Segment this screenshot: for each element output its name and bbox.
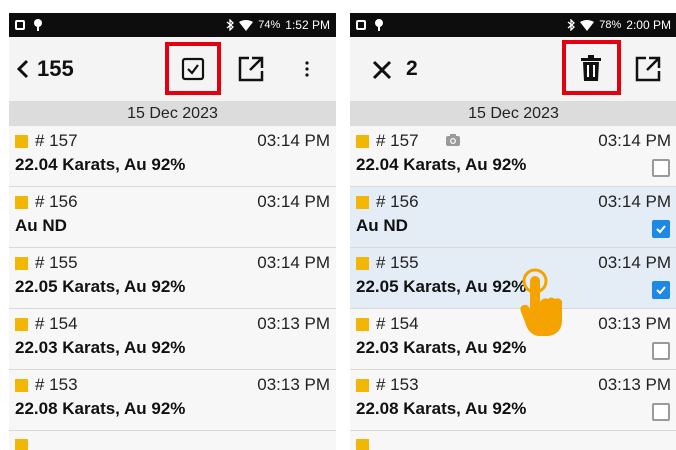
left-screenshot: 74% 1:52 PM 155 15 Dec 2023 # 157 03:14 … bbox=[9, 13, 336, 450]
item-time: 03:14 PM bbox=[598, 131, 671, 150]
list-item[interactable]: # 153 03:13 PM 22.08 Karats, Au 92% bbox=[9, 370, 336, 431]
item-time: 03:14 PM bbox=[598, 253, 671, 272]
list-item[interactable]: # 155 03:14 PM 22.05 Karats, Au 92% bbox=[350, 248, 676, 309]
wifi-icon bbox=[580, 19, 595, 31]
page-title: 155 bbox=[37, 56, 74, 81]
item-marker bbox=[356, 196, 369, 209]
item-marker bbox=[356, 135, 369, 148]
item-number: # 153 bbox=[376, 375, 419, 394]
tap-hand-icon bbox=[520, 268, 562, 336]
item-description: 22.08 Karats, Au 92% bbox=[356, 399, 527, 418]
notification-icon bbox=[356, 20, 366, 30]
battery-percent: 74% bbox=[258, 19, 281, 31]
item-description: 22.03 Karats, Au 92% bbox=[15, 338, 186, 357]
item-marker bbox=[356, 257, 369, 270]
status-bar: 74% 1:52 PM bbox=[9, 13, 336, 37]
check-icon bbox=[656, 225, 666, 234]
item-checkbox[interactable] bbox=[652, 159, 670, 177]
list-item[interactable]: # 157 03:14 PM 22.04 Karats, Au 92% bbox=[9, 126, 336, 187]
status-bar: 78% 2:00 PM bbox=[350, 13, 676, 37]
item-description: Au ND bbox=[356, 216, 408, 235]
camera-icon bbox=[446, 134, 460, 146]
item-description: 22.05 Karats, Au 92% bbox=[356, 277, 527, 296]
item-time: 03:13 PM bbox=[257, 314, 330, 333]
item-marker bbox=[356, 379, 369, 392]
item-marker bbox=[15, 379, 28, 392]
list-item[interactable]: # 157 03:14 PM 22.04 Karats, Au 92% bbox=[350, 126, 676, 187]
item-number: # 153 bbox=[35, 375, 78, 394]
list-item[interactable]: # 156 03:14 PM Au ND bbox=[9, 187, 336, 248]
list-item[interactable]: # 154 03:13 PM 22.03 Karats, Au 92% bbox=[350, 309, 676, 370]
notification-icon bbox=[15, 20, 25, 30]
clock: 1:52 PM bbox=[285, 18, 330, 32]
item-marker bbox=[15, 439, 28, 450]
item-checkbox[interactable] bbox=[652, 220, 670, 238]
clock: 2:00 PM bbox=[626, 18, 671, 32]
item-marker bbox=[356, 439, 369, 450]
item-number: # 157 bbox=[376, 131, 419, 150]
item-number: # 157 bbox=[35, 131, 78, 150]
toolbar: 2 bbox=[350, 37, 676, 101]
list-item-partial[interactable] bbox=[9, 431, 336, 450]
chevron-left-icon[interactable] bbox=[17, 59, 29, 79]
list-item[interactable]: # 154 03:13 PM 22.03 Karats, Au 92% bbox=[9, 309, 336, 370]
item-number: # 154 bbox=[35, 314, 78, 333]
bluetooth-icon bbox=[226, 19, 235, 31]
item-number: # 156 bbox=[376, 192, 419, 211]
item-checkbox[interactable] bbox=[652, 342, 670, 360]
list-item[interactable]: # 155 03:14 PM 22.05 Karats, Au 92% bbox=[9, 248, 336, 309]
item-description: 22.08 Karats, Au 92% bbox=[15, 399, 186, 418]
item-time: 03:13 PM bbox=[598, 375, 671, 394]
item-checkbox[interactable] bbox=[652, 281, 670, 299]
pin-icon bbox=[34, 19, 42, 31]
toolbar: 155 bbox=[9, 37, 336, 101]
close-icon[interactable] bbox=[372, 60, 392, 80]
bluetooth-icon bbox=[567, 19, 576, 31]
check-icon bbox=[656, 286, 666, 295]
item-marker bbox=[15, 318, 28, 331]
item-description: 22.03 Karats, Au 92% bbox=[356, 338, 527, 357]
item-number: # 155 bbox=[376, 253, 419, 272]
item-number: # 156 bbox=[35, 192, 78, 211]
checkbox-icon[interactable] bbox=[181, 57, 205, 81]
selection-count: 2 bbox=[406, 57, 418, 80]
item-marker bbox=[356, 318, 369, 331]
item-time: 03:14 PM bbox=[257, 131, 330, 150]
item-number: # 154 bbox=[376, 314, 419, 333]
item-marker bbox=[15, 135, 28, 148]
list-item[interactable]: # 153 03:13 PM 22.08 Karats, Au 92% bbox=[350, 370, 676, 431]
list-item-partial[interactable] bbox=[350, 431, 676, 450]
item-description: 22.04 Karats, Au 92% bbox=[356, 155, 527, 174]
item-description: 22.04 Karats, Au 92% bbox=[15, 155, 186, 174]
wifi-icon bbox=[239, 19, 254, 31]
item-number: # 155 bbox=[35, 253, 78, 272]
item-checkbox[interactable] bbox=[652, 403, 670, 421]
date-header: 15 Dec 2023 bbox=[350, 101, 676, 126]
item-description: 22.05 Karats, Au 92% bbox=[15, 277, 186, 296]
item-time: 03:14 PM bbox=[598, 192, 671, 211]
date-header: 15 Dec 2023 bbox=[9, 101, 336, 126]
pin-icon bbox=[375, 19, 383, 31]
battery-percent: 78% bbox=[599, 19, 622, 31]
item-description: Au ND bbox=[15, 216, 67, 235]
right-screenshot: 78% 2:00 PM 2 15 Dec 2023 # 157 03:14 PM… bbox=[350, 13, 676, 450]
export-icon[interactable] bbox=[237, 55, 265, 83]
item-marker bbox=[15, 196, 28, 209]
item-time: 03:14 PM bbox=[257, 253, 330, 272]
export-icon[interactable] bbox=[634, 55, 662, 83]
trash-icon[interactable] bbox=[580, 55, 602, 81]
item-marker bbox=[15, 257, 28, 270]
more-vert-icon[interactable] bbox=[305, 61, 309, 77]
list-item[interactable]: # 156 03:14 PM Au ND bbox=[350, 187, 676, 248]
item-time: 03:13 PM bbox=[257, 375, 330, 394]
item-time: 03:14 PM bbox=[257, 192, 330, 211]
item-time: 03:13 PM bbox=[598, 314, 671, 333]
